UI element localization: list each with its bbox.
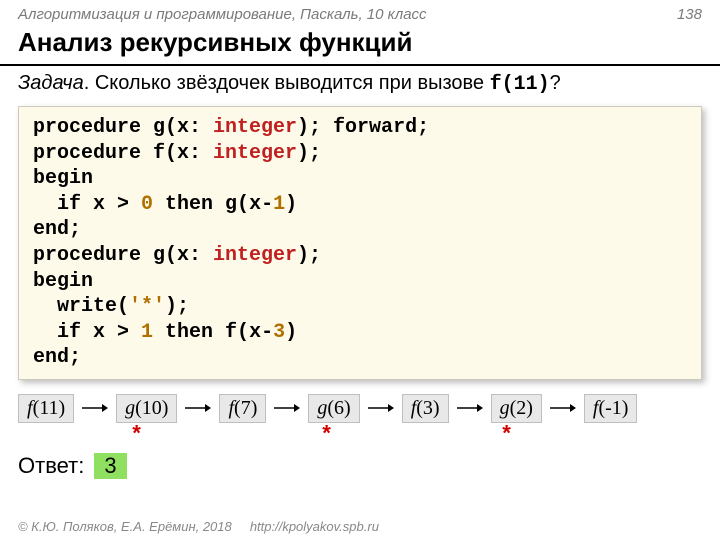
code-text: then f(x- bbox=[153, 321, 273, 344]
code-type: integer bbox=[213, 244, 297, 267]
call-fn: g bbox=[125, 397, 135, 419]
call-arg: (11) bbox=[33, 397, 66, 419]
code-text: end; bbox=[33, 346, 81, 369]
code-text: if x > bbox=[33, 321, 141, 344]
arrow-icon bbox=[185, 401, 211, 415]
code-literal: '*' bbox=[129, 295, 165, 318]
course-label: Алгоритмизация и программирование, Паска… bbox=[18, 6, 427, 23]
code-text: end; bbox=[33, 218, 81, 241]
arrow-icon bbox=[368, 401, 394, 415]
arrow-icon bbox=[82, 401, 108, 415]
slide-footer: © К.Ю. Поляков, Е.А. Ерёмин, 2018 http:/… bbox=[18, 519, 379, 534]
code-literal: 0 bbox=[141, 193, 153, 216]
code-text: if x > bbox=[33, 193, 141, 216]
call-step: g(2) bbox=[491, 394, 542, 423]
task-body: . Сколько звёздочек выводится при вызове bbox=[84, 72, 490, 94]
star-output: * * * bbox=[0, 425, 720, 447]
star-icon: * bbox=[130, 423, 143, 448]
answer-value: 3 bbox=[94, 453, 126, 479]
call-arg: (2) bbox=[510, 397, 533, 419]
code-text: begin bbox=[33, 167, 93, 190]
call-step: g(10) bbox=[116, 394, 177, 423]
call-step: f(-1) bbox=[584, 394, 638, 423]
call-fn: g bbox=[317, 397, 327, 419]
task-label: Задача bbox=[18, 72, 84, 94]
call-arg: (7) bbox=[234, 397, 257, 419]
page-number: 138 bbox=[677, 6, 702, 23]
code-text: procedure g(x: bbox=[33, 244, 213, 267]
call-arg: (-1) bbox=[598, 397, 628, 419]
code-literal: 1 bbox=[141, 321, 153, 344]
code-text: begin bbox=[33, 270, 93, 293]
call-step: g(6) bbox=[308, 394, 359, 423]
call-arg: (6) bbox=[327, 397, 350, 419]
call-fn: g bbox=[500, 397, 510, 419]
code-text: ); bbox=[297, 244, 321, 267]
code-text: procedure f(x: bbox=[33, 142, 213, 165]
call-arg: (10) bbox=[135, 397, 168, 419]
code-text: procedure g(x: bbox=[33, 116, 213, 139]
arrow-icon bbox=[457, 401, 483, 415]
task-text: Задача. Сколько звёздочек выводится при … bbox=[0, 66, 720, 102]
answer-label: Ответ: bbox=[18, 453, 84, 479]
code-text: ) bbox=[285, 321, 297, 344]
code-literal: 1 bbox=[273, 193, 285, 216]
slide-title: Анализ рекурсивных функций bbox=[0, 25, 720, 66]
task-q: ? bbox=[550, 72, 561, 94]
code-literal: 3 bbox=[273, 321, 285, 344]
code-type: integer bbox=[213, 116, 297, 139]
arrow-icon bbox=[550, 401, 576, 415]
task-call: f(11) bbox=[490, 73, 550, 96]
answer-row: Ответ: 3 bbox=[0, 447, 720, 485]
call-arg: (3) bbox=[416, 397, 439, 419]
arrow-icon bbox=[274, 401, 300, 415]
slide-header: Алгоритмизация и программирование, Паска… bbox=[0, 0, 720, 25]
copyright: © К.Ю. Поляков, Е.А. Ерёмин, 2018 bbox=[18, 519, 232, 534]
code-type: integer bbox=[213, 142, 297, 165]
code-text: write( bbox=[33, 295, 129, 318]
call-step: f(11) bbox=[18, 394, 74, 423]
code-text: ); bbox=[165, 295, 189, 318]
footer-url: http://kpolyakov.spb.ru bbox=[250, 519, 379, 534]
code-text: ) bbox=[285, 193, 297, 216]
code-block: procedure g(x: integer); forward; proced… bbox=[18, 106, 702, 380]
code-text: ); bbox=[297, 142, 321, 165]
call-step: f(3) bbox=[402, 394, 449, 423]
code-text: then g(x- bbox=[153, 193, 273, 216]
call-step: f(7) bbox=[219, 394, 266, 423]
star-icon: * bbox=[320, 423, 333, 448]
code-text: ); forward; bbox=[297, 116, 429, 139]
call-chain: f(11) g(10) f(7) g(6) f(3) g(2) f(-1) bbox=[0, 388, 720, 425]
star-icon: * bbox=[500, 423, 513, 448]
